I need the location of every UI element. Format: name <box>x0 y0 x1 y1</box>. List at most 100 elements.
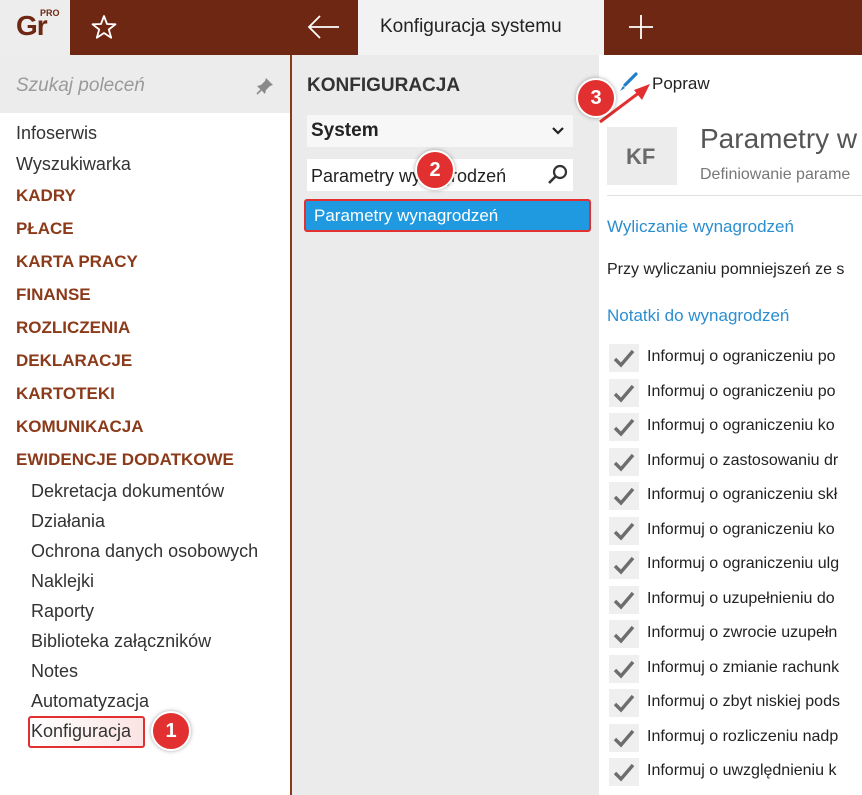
page-subtitle: Definiowanie parame <box>700 166 851 183</box>
module-select[interactable]: System <box>307 115 573 147</box>
checkbox[interactable] <box>609 551 639 579</box>
sidebar-item-naklejki[interactable]: Naklejki <box>31 571 94 592</box>
checkmark-icon <box>613 384 635 403</box>
checkbox-label: Informuj o zastosowaniu dr <box>647 451 839 469</box>
section-notatki[interactable]: Notatki do wynagrodzeń <box>607 306 789 326</box>
checkbox-row[interactable]: Informuj o ograniczeniu ko <box>607 411 862 441</box>
header-divider <box>607 195 862 196</box>
checkmark-icon <box>613 349 635 368</box>
checkbox[interactable] <box>609 516 639 545</box>
sidebar-item-notes[interactable]: Notes <box>31 661 78 682</box>
checkbox-label: Informuj o zbyt niskiej pods <box>647 693 840 710</box>
star-icon[interactable] <box>90 13 118 41</box>
sidebar-category-deklaracje[interactable]: DEKLARACJE <box>16 351 132 371</box>
checkmark-icon <box>613 591 635 610</box>
search-placeholder[interactable]: Szukaj poleceń <box>16 75 145 97</box>
sidebar-item-dekretacja[interactable]: Dekretacja dokumentów <box>31 481 224 502</box>
tab-label: Konfiguracja systemu <box>380 16 562 37</box>
callout-3: 3 <box>576 78 616 118</box>
sidebar-category-rozliczenia[interactable]: ROZLICZENIA <box>16 318 130 338</box>
sidebar-category-place[interactable]: PŁACE <box>16 219 74 239</box>
checkbox[interactable] <box>609 758 639 786</box>
checkbox-label: Informuj o zmianie rachunk <box>647 658 840 676</box>
checkbox-row[interactable]: Informuj o zbyt niskiej pods <box>607 687 862 717</box>
sidebar-category-kadry[interactable]: KADRY <box>16 186 76 206</box>
checkbox-row[interactable]: Informuj o zmianie rachunk <box>607 653 862 683</box>
callout-1: 1 <box>151 711 191 751</box>
logo-badge: PRO <box>40 8 60 18</box>
sidebar-category-ewidencje-dodatkowe[interactable]: EWIDENCJE DODATKOWE <box>16 450 234 470</box>
checkbox-row[interactable]: Informuj o ograniczeniu skł <box>607 480 862 510</box>
details-panel: Popraw KF Parametry w Definiowanie param… <box>599 55 862 795</box>
checkbox-label: Informuj o ograniczeniu po <box>647 382 836 400</box>
checkbox[interactable] <box>609 585 639 614</box>
chevron-down-icon <box>552 127 564 135</box>
checkmark-icon <box>613 522 635 541</box>
checkbox-row[interactable]: Informuj o ograniczeniu ko <box>607 515 862 545</box>
command-search[interactable]: Szukaj poleceń <box>0 55 290 113</box>
sidebar-item-konfiguracja[interactable]: Konfiguracja <box>31 721 131 742</box>
callout-2: 2 <box>415 150 455 190</box>
checkbox-label: Informuj o zwrocie uzupełn <box>647 624 838 641</box>
checkmark-icon <box>613 418 635 437</box>
pin-icon[interactable] <box>256 77 274 95</box>
sidebar-item-dzialania[interactable]: Działania <box>31 511 105 532</box>
checkmark-icon <box>613 556 635 575</box>
app-logo[interactable]: Gr PRO <box>0 0 70 55</box>
checkbox-row[interactable]: Informuj o rozliczeniu nadp <box>607 722 862 752</box>
list-item[interactable]: Parametry wynagrodzeń <box>304 199 591 232</box>
sidebar-item-infoserwis[interactable]: Infoserwis <box>16 123 97 144</box>
arrow-left-icon[interactable] <box>306 12 342 42</box>
checkmark-icon <box>613 453 635 472</box>
tab-konfiguracja-systemu[interactable]: Konfiguracja systemu <box>358 0 604 55</box>
checkbox-label: Informuj o rozliczeniu nadp <box>647 727 839 745</box>
sidebar-category-finanse[interactable]: FINANSE <box>16 285 91 305</box>
checkbox[interactable] <box>609 654 639 683</box>
sidebar-category-komunikacja[interactable]: KOMUNIKACJA <box>16 417 144 437</box>
sidebar-item-raporty[interactable]: Raporty <box>31 601 94 622</box>
page-title: Parametry w <box>700 123 858 154</box>
sidebar-item-biblioteka[interactable]: Biblioteka załączników <box>31 631 211 652</box>
checkmark-icon <box>613 694 635 713</box>
sidebar-item-wyszukiwarka[interactable]: Wyszukiwarka <box>16 154 131 175</box>
checkbox-row[interactable]: Informuj o ograniczeniu po <box>607 342 862 372</box>
edit-button[interactable]: Popraw <box>652 74 710 94</box>
checkbox[interactable] <box>609 620 639 648</box>
checkbox-row[interactable]: Informuj o uzupełnieniu do <box>607 584 862 614</box>
checkbox-label: Informuj o uwzględnieniu k <box>647 762 837 779</box>
sidebar-category-karta-pracy[interactable]: KARTA PRACY <box>16 252 138 272</box>
checkbox-label: Informuj o ograniczeniu ko <box>647 520 835 538</box>
checkbox-row[interactable]: Informuj o zastosowaniu dr <box>607 446 862 476</box>
section-wyliczanie[interactable]: Wyliczanie wynagrodzeń <box>607 217 794 237</box>
checkbox-label: Informuj o uzupełnieniu do <box>647 589 835 607</box>
checkbox[interactable] <box>609 413 639 441</box>
search-icon[interactable] <box>547 163 569 185</box>
checkmark-icon <box>613 487 635 506</box>
sidebar: Szukaj poleceń Infoserwis Wyszukiwarka K… <box>0 55 290 795</box>
checkbox[interactable] <box>609 378 639 407</box>
filter-input-value: Parametry wynagrodzeń <box>311 166 507 186</box>
checkbox-row[interactable]: Informuj o zwrocie uzupełn <box>607 618 862 648</box>
top-bar: Gr PRO Konfiguracja systemu <box>0 0 862 55</box>
checkbox[interactable] <box>609 482 639 510</box>
list-item-label: Parametry wynagrodzeń <box>314 206 499 225</box>
checkbox-label: Informuj o ograniczeniu ko <box>647 417 835 434</box>
checkbox-row[interactable]: Informuj o ograniczeniu po <box>607 377 862 407</box>
checkbox[interactable] <box>609 344 639 372</box>
checkbox[interactable] <box>609 689 639 717</box>
module-select-value: System <box>311 120 379 141</box>
section-text: Przy wyliczaniu pomniejszeń ze s <box>607 261 845 278</box>
checkmark-icon <box>613 763 635 782</box>
sidebar-item-automatyzacja[interactable]: Automatyzacja <box>31 691 149 712</box>
sidebar-category-kartoteki[interactable]: KARTOTEKI <box>16 384 115 404</box>
checkbox[interactable] <box>609 447 639 476</box>
sidebar-item-ochrona-danych[interactable]: Ochrona danych osobowych <box>31 541 258 562</box>
checkmark-icon <box>613 729 635 748</box>
checkbox-row[interactable]: Informuj o ograniczeniu ulg <box>607 549 862 579</box>
checkbox-label: Informuj o ograniczeniu po <box>647 348 836 365</box>
module-badge: KF <box>607 127 677 185</box>
checkbox[interactable] <box>609 723 639 752</box>
checkbox-row[interactable]: Informuj o uwzględnieniu k <box>607 756 862 786</box>
plus-icon[interactable] <box>626 12 656 42</box>
checkmark-icon <box>613 660 635 679</box>
